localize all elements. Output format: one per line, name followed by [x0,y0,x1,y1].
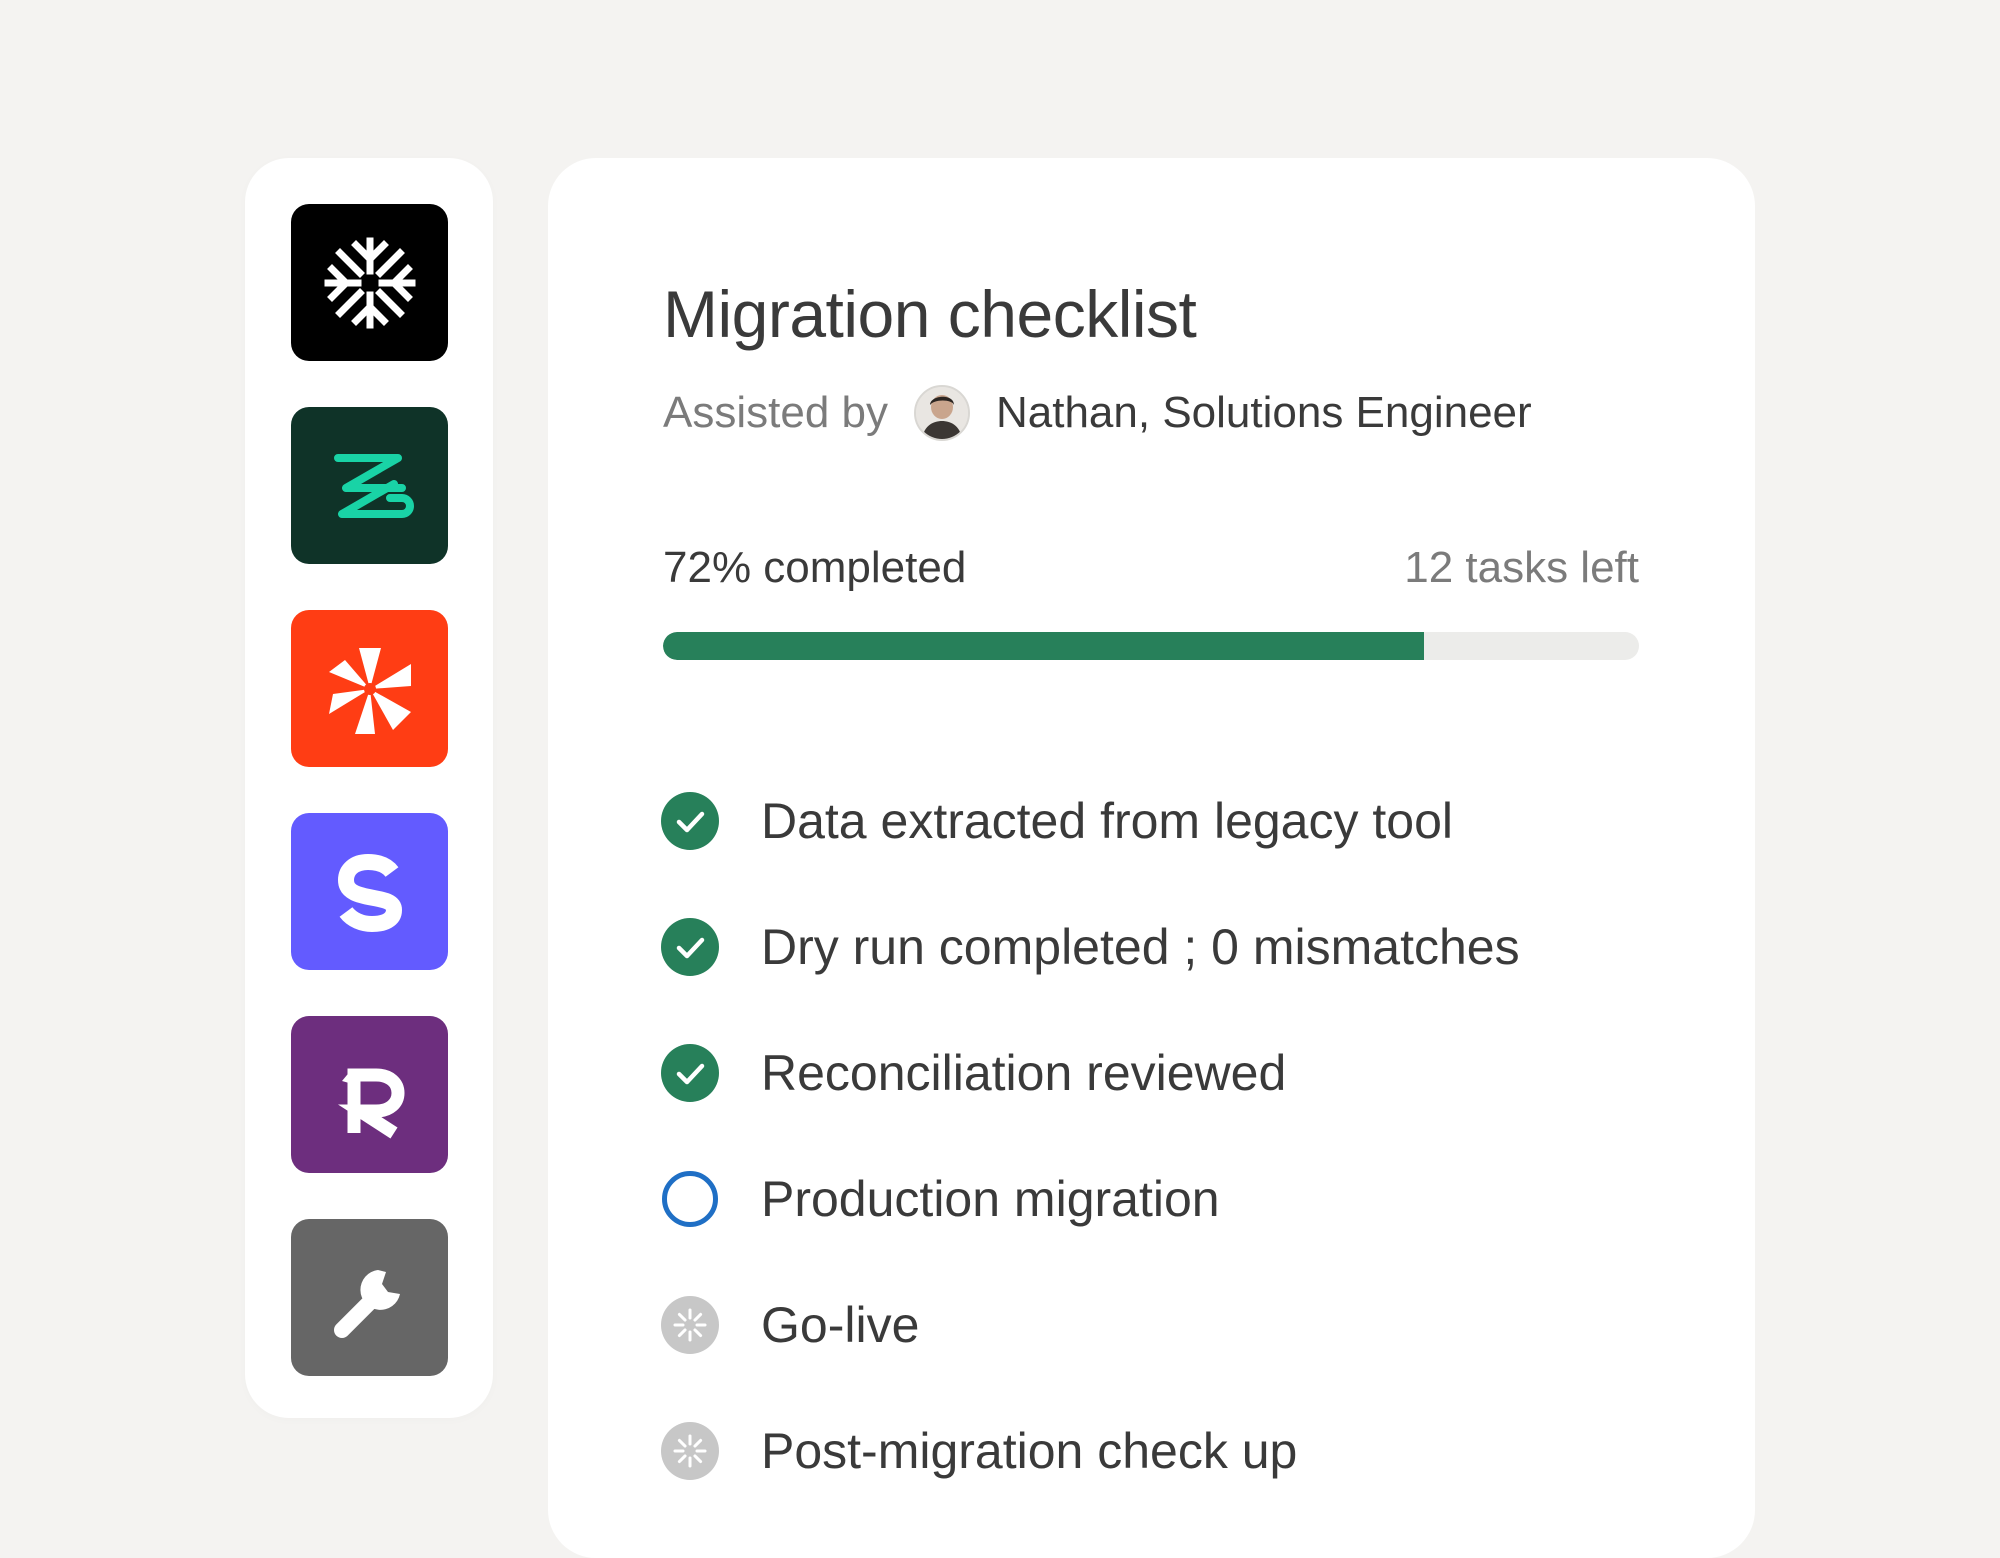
letter-r-icon [337,1068,405,1138]
page-title: Migration checklist [663,277,1197,351]
task-label: Reconciliation reviewed [761,1045,1287,1101]
progress-label: 72% completed [663,543,967,592]
r-app-button[interactable] [291,1016,448,1173]
snowflake-app-button[interactable] [291,204,448,361]
task-item[interactable]: Reconciliation reviewed [661,1010,1661,1136]
empty-circle-icon [661,1170,719,1228]
task-item[interactable]: Post-migration check up [661,1388,1661,1514]
pinwheel-app-button[interactable] [291,610,448,767]
s-app-button[interactable] [291,813,448,970]
pinwheel-icon [328,647,411,734]
progress-bar-fill [663,632,1425,660]
progress-header: 72% completed 12 tasks left [663,543,1639,603]
check-circle-icon [661,1044,719,1102]
task-label: Dry run completed ; 0 mismatches [761,919,1520,975]
check-circle-icon [661,792,719,850]
snowflake-icon [324,237,415,328]
check-circle-icon [661,918,719,976]
zigzag-z-icon [333,453,414,518]
avatar[interactable] [913,385,970,441]
task-list: Data extracted from legacy tool Dry run … [661,758,1661,1514]
task-item[interactable]: Dry run completed ; 0 mismatches [661,884,1661,1010]
wrench-icon [333,1269,400,1338]
pending-spinner-icon [661,1422,719,1480]
task-label: Data extracted from legacy tool [761,793,1453,849]
assistant-name: Nathan, Solutions Engineer [995,388,1532,437]
task-item[interactable]: Go-live [661,1262,1661,1388]
assisted-by-label: Assisted by [663,388,888,437]
task-item[interactable]: Production migration [661,1136,1661,1262]
task-label: Post-migration check up [761,1423,1298,1479]
tools-app-button[interactable] [291,1219,448,1376]
zigzag-app-button[interactable] [291,407,448,564]
pending-spinner-icon [661,1296,719,1354]
letter-s-icon [337,853,402,932]
task-label: Go-live [761,1297,920,1353]
progress-bar [663,632,1639,660]
app-rail [245,158,493,1418]
person-avatar-icon [915,387,968,439]
tasks-left-count: 12 tasks left [1404,543,1639,592]
assisted-by-row: Assisted by Nathan, Solutions Engineer [663,380,1532,446]
task-label: Production migration [761,1171,1220,1227]
task-item[interactable]: Data extracted from legacy tool [661,758,1661,884]
migration-checklist-card: Migration checklist Assisted by Nathan, … [548,158,1755,1558]
